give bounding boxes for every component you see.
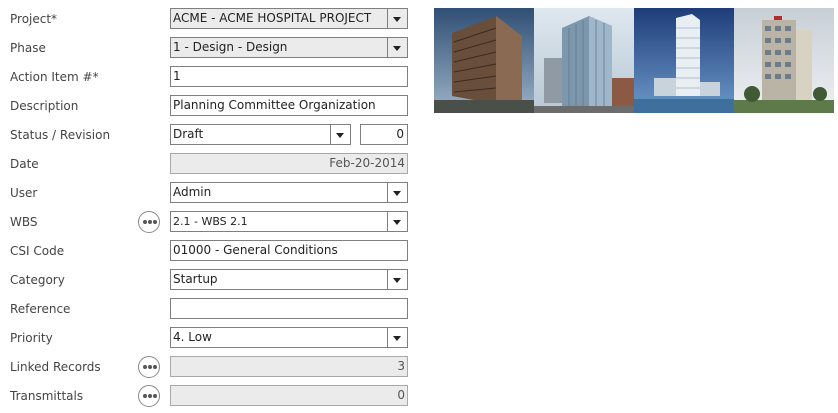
phase-select[interactable]: 1 - Design - Design [170,37,408,58]
project-photo-strip [434,8,834,113]
project-select[interactable]: ACME - ACME HOSPITAL PROJECT [170,8,408,29]
chevron-down-icon[interactable] [387,270,407,289]
csi-code-value: 01000 - General Conditions [173,243,338,257]
linked-records-field: 3 [170,356,408,377]
linked-records-button[interactable] [138,356,160,378]
wbs-picker-button[interactable] [138,211,160,233]
chevron-down-icon[interactable] [387,38,407,57]
chevron-down-icon[interactable] [387,212,407,231]
description-value: Planning Committee Organization [173,98,376,112]
building-photo-4 [734,8,834,113]
description-input[interactable]: Planning Committee Organization [170,95,408,116]
csi-code-input[interactable]: 01000 - General Conditions [170,240,408,261]
priority-value: 4. Low [173,330,212,344]
status-value: Draft [173,127,204,141]
project-value: ACME - ACME HOSPITAL PROJECT [173,11,372,25]
ellipsis-icon [143,220,157,224]
date-label: Date [10,157,39,171]
ellipsis-icon [143,394,157,398]
building-photo-2 [534,8,634,113]
reference-value [173,299,385,318]
description-label: Description [10,99,79,113]
user-label: User [10,186,38,200]
phase-label: Phase [10,41,46,55]
project-label: Project* [10,12,58,26]
wbs-value: 2.1 - WBS 2.1 [173,215,248,228]
revision-input[interactable]: 0 [360,124,408,145]
ellipsis-icon [143,365,157,369]
chevron-down-icon[interactable] [387,183,407,202]
linked-records-label: Linked Records [10,360,101,374]
linked-records-value: 3 [397,359,405,373]
csi-code-label: CSI Code [10,244,65,258]
transmittals-value: 0 [397,388,405,402]
wbs-select[interactable]: 2.1 - WBS 2.1 [170,211,408,232]
chevron-down-icon[interactable] [387,328,407,347]
status-select[interactable]: Draft [170,124,351,145]
priority-select[interactable]: 4. Low [170,327,408,348]
user-select[interactable]: Admin [170,182,408,203]
category-value: Startup [173,272,218,286]
wbs-label: WBS [10,215,38,229]
action-item-value: 1 [173,69,181,83]
action-item-label: Action Item #* [10,70,99,84]
phase-value: 1 - Design - Design [173,40,288,54]
category-select[interactable]: Startup [170,269,408,290]
chevron-down-icon[interactable] [387,9,407,28]
building-photo-1 [434,8,534,113]
reference-label: Reference [10,302,71,316]
reference-input[interactable] [170,298,408,319]
building-photo-3 [634,8,734,113]
transmittals-field: 0 [170,385,408,406]
transmittals-button[interactable] [138,385,160,407]
date-field: Feb-20-2014 [170,153,408,174]
chevron-down-icon[interactable] [330,125,350,144]
priority-label: Priority [10,331,53,345]
revision-value: 0 [396,127,404,141]
category-label: Category [10,273,65,287]
user-value: Admin [173,185,212,199]
transmittals-label: Transmittals [10,389,84,403]
date-value: Feb-20-2014 [329,156,405,170]
action-item-input[interactable]: 1 [170,66,408,87]
status-revision-label: Status / Revision [10,128,111,142]
